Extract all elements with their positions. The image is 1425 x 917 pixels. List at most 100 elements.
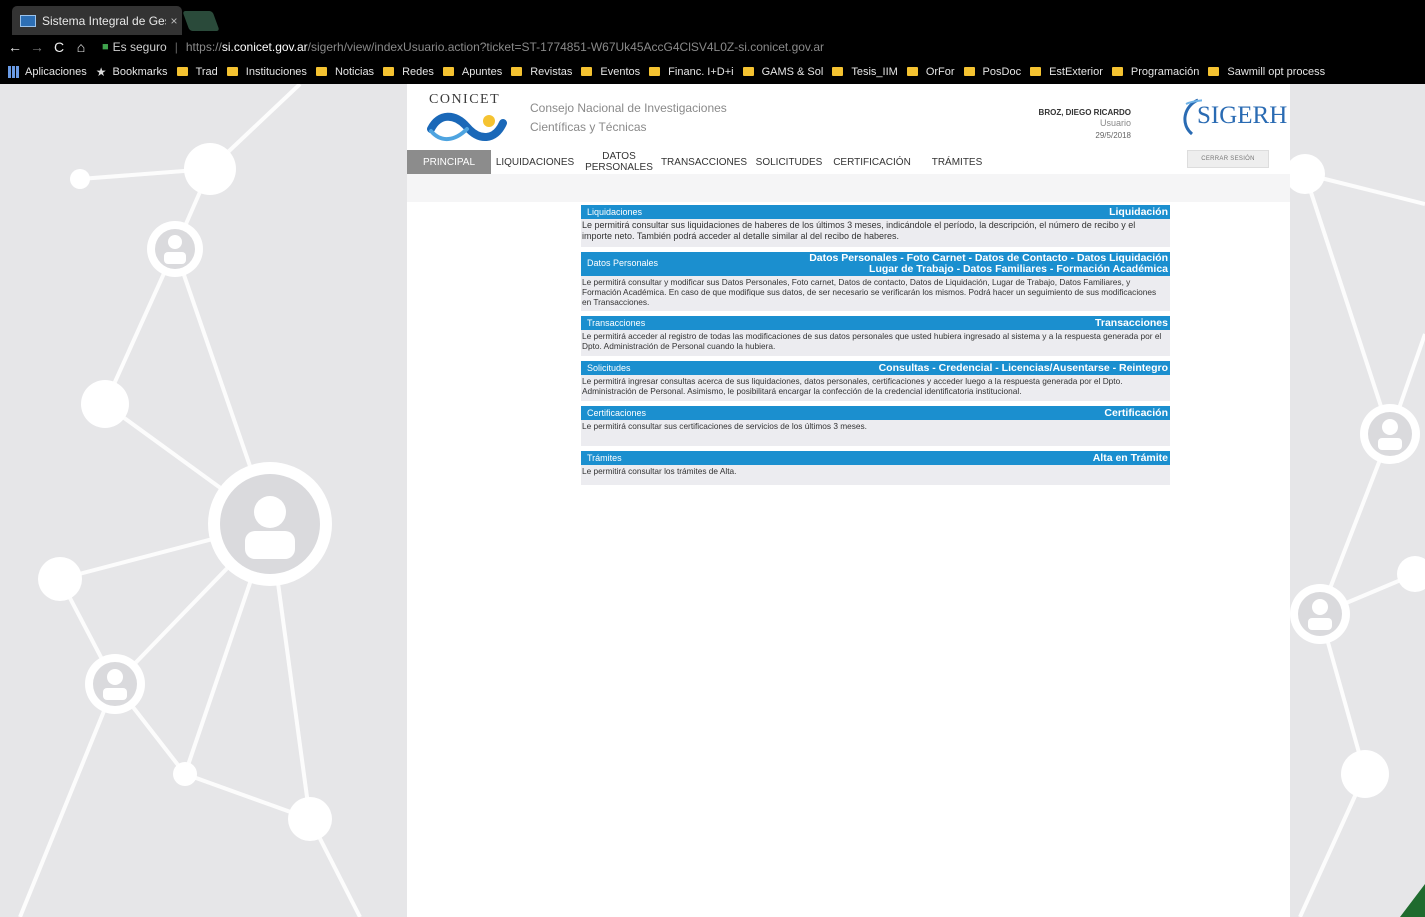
folder-icon bbox=[226, 67, 238, 76]
back-arrow-icon[interactable]: ← bbox=[4, 39, 26, 55]
folder-icon bbox=[832, 67, 844, 76]
folder-icon bbox=[649, 67, 661, 76]
bookmark-item[interactable]: Eventos bbox=[600, 66, 640, 78]
favicon-icon bbox=[20, 14, 36, 27]
section-title[interactable]: Liquidaciones bbox=[581, 207, 642, 217]
section-link[interactable]: Lugar de Trabajo - Datos Familiares - Fo… bbox=[581, 264, 1170, 275]
tab-certificacion[interactable]: CERTIFICACIÓN bbox=[831, 150, 913, 174]
folder-icon bbox=[742, 67, 754, 76]
folder-icon bbox=[383, 67, 395, 76]
bookmark-item[interactable]: Apuntes bbox=[462, 66, 502, 78]
close-icon[interactable]: × bbox=[166, 14, 182, 28]
folder-icon bbox=[906, 67, 918, 76]
folder-icon bbox=[176, 67, 188, 76]
section-description: Le permitirá acceder al registro de toda… bbox=[582, 331, 1162, 351]
org-name: Consejo Nacional de Investigaciones Cien… bbox=[530, 99, 727, 137]
section-datos-personales: Datos Personales Datos Personales - Foto… bbox=[581, 252, 1170, 311]
tab-principal[interactable]: PRINCIPAL bbox=[407, 150, 491, 174]
section-link[interactable]: Alta en Trámite bbox=[1093, 452, 1170, 464]
folder-icon bbox=[963, 67, 975, 76]
apps-grid-icon[interactable] bbox=[8, 65, 20, 78]
folder-icon bbox=[1030, 67, 1042, 76]
session-date: 29/5/2018 bbox=[1095, 131, 1131, 140]
section-description: Le permitirá consultar sus certificacion… bbox=[582, 421, 867, 431]
browser-tab[interactable]: Sistema Integral de Gesti × bbox=[12, 6, 182, 35]
bookmark-item[interactable]: GAMS & Sol bbox=[762, 66, 824, 78]
section-description: Le permitirá ingresar consultas acerca d… bbox=[582, 376, 1123, 396]
section-header: Trámites Alta en Trámite bbox=[581, 451, 1170, 465]
folder-icon bbox=[442, 67, 454, 76]
bookmark-item[interactable]: EstExterior bbox=[1049, 66, 1103, 78]
star-icon: ★ bbox=[95, 64, 107, 79]
folder-icon bbox=[1208, 67, 1220, 76]
forward-arrow-icon[interactable]: → bbox=[26, 39, 48, 55]
bookmark-item[interactable]: Instituciones bbox=[246, 66, 307, 78]
address-bar[interactable]: https://si.conicet.gov.ar/sigerh/view/in… bbox=[186, 40, 824, 54]
tab-datos-line2: PERSONALES bbox=[585, 162, 653, 173]
bookmark-item[interactable]: Sawmill opt process bbox=[1227, 66, 1325, 78]
tab-liquidaciones[interactable]: LIQUIDACIONES bbox=[495, 150, 575, 174]
section-link[interactable]: Certificación bbox=[1104, 407, 1170, 419]
secure-label[interactable]: Es seguro bbox=[113, 40, 167, 54]
bookmark-item[interactable]: Trad bbox=[196, 66, 218, 78]
section-header: Datos Personales Datos Personales - Foto… bbox=[581, 252, 1170, 276]
folder-icon bbox=[1111, 67, 1123, 76]
section-description: Le permitirá consultar sus liquidaciones… bbox=[582, 220, 1136, 241]
section-tramites: Trámites Alta en Trámite Le permitirá co… bbox=[581, 451, 1170, 485]
bookmark-item[interactable]: PosDoc bbox=[983, 66, 1022, 78]
section-header: Liquidaciones Liquidación bbox=[581, 205, 1170, 219]
section-title[interactable]: Certificaciones bbox=[581, 408, 646, 418]
browser-tab-strip: Sistema Integral de Gesti × bbox=[0, 0, 1425, 35]
bookmark-item[interactable]: OrFor bbox=[926, 66, 955, 78]
section-header: Certificaciones Certificación bbox=[581, 406, 1170, 420]
main-nav: PRINCIPAL LIQUIDACIONES DATOS PERSONALES… bbox=[407, 150, 1290, 174]
url-scheme: https:// bbox=[185, 40, 222, 54]
lock-icon[interactable]: ■ bbox=[102, 41, 109, 53]
bookmark-item[interactable]: Tesis_IIM bbox=[851, 66, 897, 78]
section-title[interactable]: Solicitudes bbox=[581, 363, 631, 373]
bookmark-item[interactable]: Programación bbox=[1131, 66, 1199, 78]
folder-icon bbox=[315, 67, 327, 76]
section-certificaciones: Certificaciones Certificación Le permiti… bbox=[581, 406, 1170, 446]
tab-transacciones[interactable]: TRANSACCIONES bbox=[660, 150, 748, 174]
section-solicitudes: Solicitudes Consultas - Credencial - Lic… bbox=[581, 361, 1170, 401]
main-page: CONICET Consejo Nacional de Investigacio… bbox=[407, 84, 1290, 917]
section-link[interactable]: Transacciones bbox=[1095, 317, 1170, 329]
conicet-brand: CONICET bbox=[429, 92, 501, 107]
logout-button[interactable]: CERRAR SESIÓN bbox=[1187, 150, 1269, 168]
bookmark-item[interactable]: Revistas bbox=[530, 66, 572, 78]
section-header: Solicitudes Consultas - Credencial - Lic… bbox=[581, 361, 1170, 375]
section-description: Le permitirá consultar los trámites de A… bbox=[582, 466, 737, 476]
section-title[interactable]: Transacciones bbox=[581, 318, 645, 328]
folder-icon bbox=[511, 67, 523, 76]
section-transacciones: Transacciones Transacciones Le permitirá… bbox=[581, 316, 1170, 356]
home-icon[interactable]: ⌂ bbox=[70, 39, 92, 55]
header-divider bbox=[407, 174, 1290, 202]
user-name: BROZ, DIEGO RICARDO bbox=[1038, 108, 1131, 117]
tab-datos-personales[interactable]: DATOS PERSONALES bbox=[583, 150, 655, 174]
conicet-logo-icon bbox=[427, 112, 507, 141]
section-title[interactable]: Trámites bbox=[581, 453, 622, 463]
bookmark-item[interactable]: Noticias bbox=[335, 66, 374, 78]
org-name-line1: Consejo Nacional de Investigaciones bbox=[530, 101, 727, 115]
reload-icon[interactable]: C bbox=[48, 39, 70, 55]
section-liquidaciones: Liquidaciones Liquidación Le permitirá c… bbox=[581, 205, 1170, 247]
section-title[interactable]: Datos Personales bbox=[581, 258, 658, 268]
tab-title: Sistema Integral de Gesti bbox=[42, 13, 166, 28]
divider: | bbox=[174, 40, 178, 54]
org-name-line2: Científicas y Técnicas bbox=[530, 120, 647, 134]
sections-list: Liquidaciones Liquidación Le permitirá c… bbox=[581, 205, 1170, 490]
sigerh-logo: SIGERH bbox=[1197, 102, 1288, 129]
tab-solicitudes[interactable]: SOLICITUDES bbox=[753, 150, 825, 174]
bookmark-item[interactable]: Financ. I+D+i bbox=[668, 66, 733, 78]
url-domain: si.conicet.gov.ar bbox=[221, 40, 308, 54]
section-header: Transacciones Transacciones bbox=[581, 316, 1170, 330]
new-tab-button[interactable] bbox=[182, 11, 220, 31]
tab-datos-line1: DATOS bbox=[602, 151, 636, 162]
tab-tramites[interactable]: TRÁMITES bbox=[927, 150, 987, 174]
bookmark-item[interactable]: Bookmarks bbox=[113, 66, 168, 78]
section-link[interactable]: Consultas - Credencial - Licencias/Ausen… bbox=[879, 362, 1170, 374]
bookmark-apps[interactable]: Aplicaciones bbox=[25, 66, 87, 78]
bookmark-item[interactable]: Redes bbox=[402, 66, 434, 78]
section-link[interactable]: Liquidación bbox=[1109, 206, 1170, 218]
